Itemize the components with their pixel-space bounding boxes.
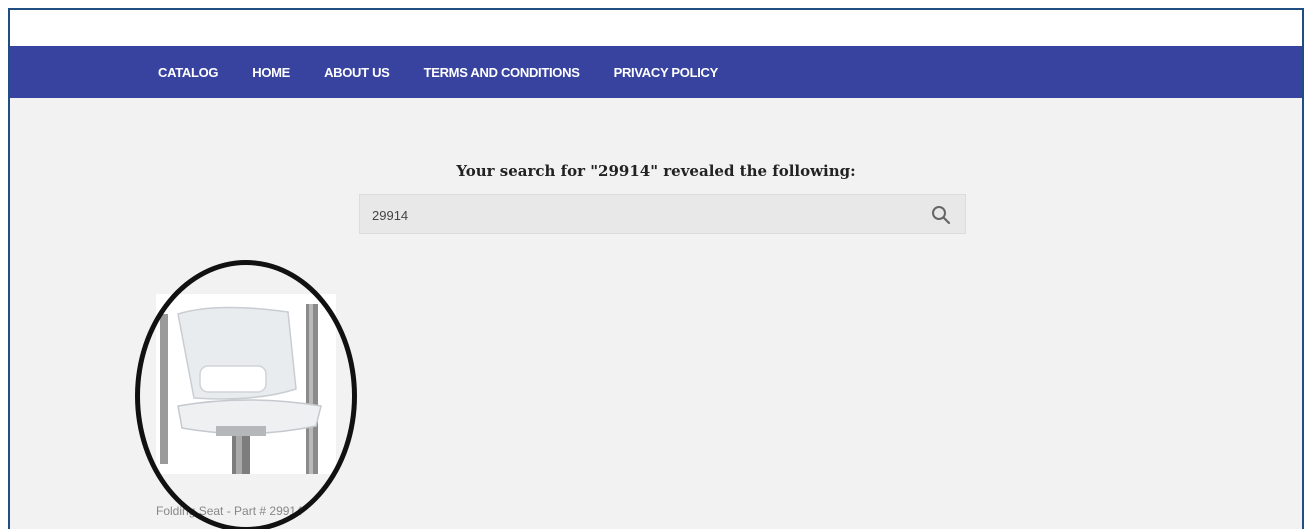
- nav-item-about-us[interactable]: ABOUT US: [324, 65, 390, 80]
- product-caption[interactable]: Folding Seat - Part # 29914: [156, 504, 336, 518]
- search-input[interactable]: [370, 195, 914, 235]
- search-icon[interactable]: [931, 205, 951, 225]
- browser-frame: CATALOG HOME ABOUT US TERMS AND CONDITIO…: [8, 8, 1304, 529]
- top-bar: [10, 10, 1302, 46]
- nav-item-privacy[interactable]: PRIVACY POLICY: [614, 65, 719, 80]
- nav-item-catalog[interactable]: CATALOG: [158, 65, 219, 80]
- nav-item-home[interactable]: HOME: [252, 65, 290, 80]
- nav-item-terms[interactable]: TERMS AND CONDITIONS: [424, 65, 580, 80]
- product-card[interactable]: Folding Seat - Part # 29914: [156, 294, 336, 529]
- folding-seat-image[interactable]: [156, 294, 336, 474]
- search-box: [359, 194, 966, 235]
- search-heading: Your search for "29914" revealed the fol…: [456, 162, 856, 180]
- main-nav: CATALOG HOME ABOUT US TERMS AND CONDITIO…: [10, 46, 1302, 98]
